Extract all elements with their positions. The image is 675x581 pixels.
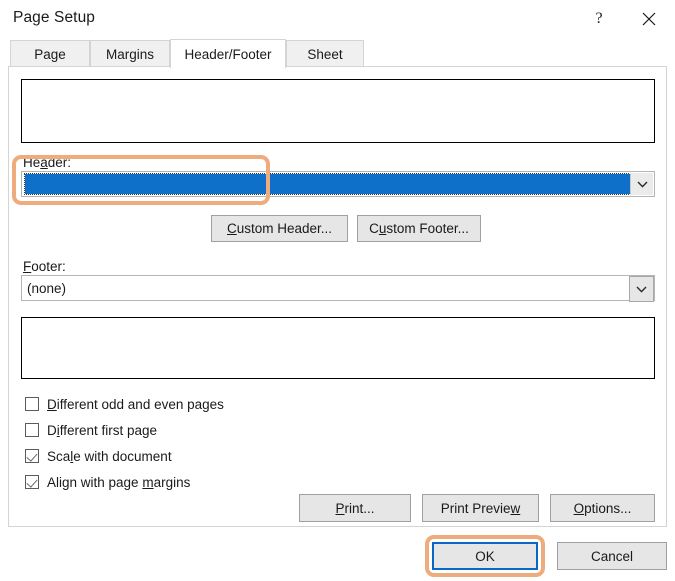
custom-header-button[interactable]: Custom Header... — [211, 215, 348, 242]
question-mark-icon: ? — [595, 10, 603, 27]
print-preview-part1: Print Previe — [440, 500, 511, 516]
checkbox-different-odd-even[interactable]: Different odd and even pages — [25, 393, 224, 415]
tab-header-footer[interactable]: Header/Footer — [170, 39, 286, 68]
checkbox-different-odd-even-label: Different odd and even pages — [47, 397, 224, 412]
checkbox-align-with-page-margins-label: Align with page margins — [47, 475, 190, 490]
checkbox-scale-with-document-label: Scale with document — [47, 449, 172, 464]
checkbox-different-first-page-label: Different first page — [47, 423, 157, 438]
ok-button-label: OK — [475, 548, 495, 564]
help-button[interactable]: ? — [576, 0, 622, 38]
print-part2: rint... — [344, 500, 375, 516]
footer-preview-box — [21, 317, 655, 379]
header-combo-dropdown-button[interactable] — [630, 173, 653, 195]
footer-combo-dropdown-button[interactable] — [629, 276, 654, 302]
header-footer-panel: Header: Custom Header... Cu stom Footer..… — [8, 66, 667, 527]
cb0-accel: D — [47, 396, 57, 412]
options-button[interactable]: Options... — [550, 494, 655, 522]
print-preview-accel: w — [510, 500, 521, 516]
header-label-part1: He — [23, 155, 41, 170]
footer-label-part2: ooter: — [31, 259, 66, 274]
chevron-down-icon — [636, 181, 648, 188]
ok-button[interactable]: OK — [432, 542, 538, 570]
checkbox-align-with-page-margins[interactable]: Align with page margins — [25, 471, 190, 493]
header-combo-value[interactable] — [24, 173, 631, 195]
footer-field-label: Footer: — [23, 259, 66, 274]
cancel-button-label: Cancel — [590, 548, 634, 564]
title-bar: Page Setup ? — [0, 0, 675, 38]
cb1-part2: fferent first page — [59, 422, 158, 438]
tab-page[interactable]: Page — [10, 40, 90, 68]
checkbox-align-with-page-margins-box[interactable] — [25, 475, 39, 489]
header-combo-box[interactable] — [21, 171, 655, 197]
checkbox-different-first-page[interactable]: Different first page — [25, 419, 157, 441]
header-label-accel: a — [40, 155, 48, 170]
print-preview-button[interactable]: Print Previe w — [422, 494, 539, 522]
cb1-part1: D — [47, 422, 57, 438]
header-label-part2: der: — [47, 155, 72, 170]
cb3-accel: m — [142, 474, 154, 490]
header-field-label: Header: — [23, 155, 71, 170]
cancel-button[interactable]: Cancel — [557, 542, 667, 570]
cb3-part1: Align with page — [47, 474, 143, 490]
print-accel: P — [335, 500, 345, 516]
custom-header-accel: C — [226, 221, 237, 236]
close-button[interactable] — [626, 0, 672, 38]
checkbox-scale-with-document-box[interactable] — [25, 449, 39, 463]
chevron-down-icon — [636, 286, 647, 293]
custom-footer-part1: C — [369, 221, 379, 236]
checkbox-different-first-page-box[interactable] — [25, 423, 39, 437]
checkbox-scale-with-document[interactable]: Scale with document — [25, 445, 172, 467]
custom-footer-part2: stom Footer... — [386, 221, 469, 236]
tab-sheet-label: Sheet — [307, 47, 343, 62]
footer-combo-box[interactable]: (none) — [21, 275, 655, 302]
tab-strip: Page Margins Header/Footer Sheet — [0, 38, 675, 68]
page-title: Page Setup — [13, 9, 96, 26]
options-accel: O — [573, 500, 585, 516]
cb3-part2: argins — [153, 474, 191, 490]
cb2-part1: Sca — [47, 448, 71, 464]
tab-sheet[interactable]: Sheet — [286, 40, 364, 68]
close-icon — [642, 12, 656, 26]
print-button[interactable]: Print... — [299, 494, 411, 522]
tab-header-footer-label: Header/Footer — [184, 46, 272, 62]
tab-margins[interactable]: Margins — [90, 40, 170, 68]
footer-combo-value[interactable]: (none) — [27, 276, 628, 300]
tab-margins-label: Margins — [105, 47, 154, 62]
tab-page-label: Page — [34, 47, 66, 62]
cb2-part2: e with document — [73, 448, 172, 464]
header-preview-box — [21, 79, 655, 143]
custom-footer-button[interactable]: Cu stom Footer... — [357, 215, 481, 242]
checkbox-different-odd-even-box[interactable] — [25, 397, 39, 411]
options-part2: ptions... — [584, 500, 632, 516]
custom-footer-accel: u — [378, 221, 387, 236]
cb0-part2: ifferent odd and even pages — [56, 396, 224, 412]
footer-label-accel: F — [23, 259, 32, 274]
custom-header-part2: ustom Header... — [236, 221, 333, 236]
